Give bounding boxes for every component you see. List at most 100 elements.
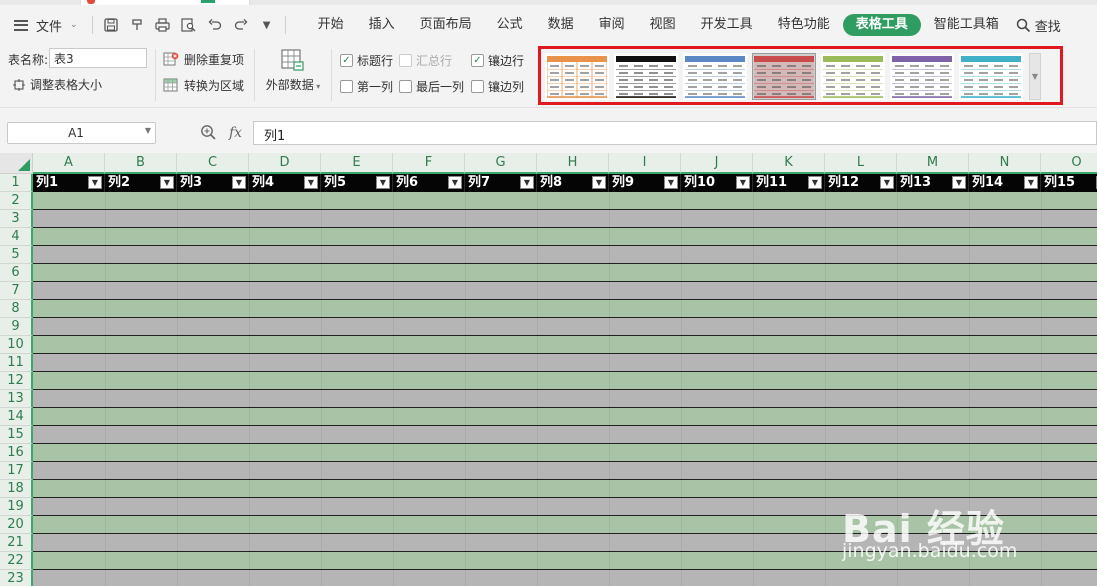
table-row[interactable] [33, 228, 1097, 246]
row-header-16[interactable]: 16 [0, 444, 33, 462]
column-header-h[interactable]: H [537, 153, 609, 174]
row-header-14[interactable]: 14 [0, 408, 33, 426]
checkbox-last-column[interactable]: 最后一列 [399, 78, 464, 95]
column-header-j[interactable]: J [681, 153, 753, 174]
row-header-23[interactable]: 23 [0, 570, 33, 586]
table-row[interactable] [33, 264, 1097, 282]
table-header-cell[interactable]: 列3 ▼ [177, 174, 249, 192]
row-header-22[interactable]: 22 [0, 552, 33, 570]
row-header-1[interactable]: 1 [0, 174, 33, 192]
table-style-red-style[interactable] [752, 53, 816, 100]
column-header-k[interactable]: K [753, 153, 825, 174]
remove-duplicates-button[interactable]: 删除重复项 [163, 51, 244, 68]
filter-dropdown-icon[interactable]: ▼ [88, 176, 102, 189]
checkbox-header-row[interactable]: ✓ 标题行 [340, 52, 393, 69]
row-header-21[interactable]: 21 [0, 534, 33, 552]
table-header-cell[interactable]: 列1 ▼ [33, 174, 105, 192]
print-preview-icon[interactable] [181, 17, 197, 33]
table-header-cell[interactable]: 列11 ▼ [753, 174, 825, 192]
row-header-11[interactable]: 11 [0, 354, 33, 372]
checkbox-first-column[interactable]: 第一列 [340, 78, 393, 95]
tab-insert[interactable]: 插入 [357, 14, 407, 36]
gallery-more-button[interactable]: ▼ [1029, 53, 1041, 100]
filter-dropdown-icon[interactable]: ▼ [1024, 176, 1038, 189]
table-row[interactable] [33, 534, 1097, 552]
table-style-orange-style[interactable] [545, 53, 609, 100]
table-header-cell[interactable]: 列5 ▼ [321, 174, 393, 192]
filter-dropdown-icon[interactable]: ▼ [376, 176, 390, 189]
select-all-corner[interactable] [0, 153, 33, 174]
table-row[interactable] [33, 390, 1097, 408]
filter-dropdown-icon[interactable]: ▼ [808, 176, 822, 189]
table-row[interactable] [33, 426, 1097, 444]
format-painter-icon[interactable] [129, 17, 145, 33]
filter-dropdown-icon[interactable]: ▼ [664, 176, 678, 189]
column-header-o[interactable]: O [1041, 153, 1097, 174]
table-header-cell[interactable]: 列13 ▼ [897, 174, 969, 192]
table-row[interactable] [33, 444, 1097, 462]
column-header-f[interactable]: F [393, 153, 465, 174]
table-header-cell[interactable]: 列6 ▼ [393, 174, 465, 192]
file-menu-button[interactable]: 文件 ⌄ [0, 5, 86, 45]
tab-home[interactable]: 开始 [306, 14, 356, 36]
external-data-button[interactable]: 外部数据 ▾ [262, 49, 324, 93]
row-header-8[interactable]: 8 [0, 300, 33, 318]
table-row[interactable] [33, 318, 1097, 336]
row-header-3[interactable]: 3 [0, 210, 33, 228]
save-icon[interactable] [103, 17, 119, 33]
checkbox-total-row[interactable]: 汇总行 [399, 52, 452, 69]
row-header-4[interactable]: 4 [0, 228, 33, 246]
table-row[interactable] [33, 336, 1097, 354]
row-header-17[interactable]: 17 [0, 462, 33, 480]
filter-dropdown-icon[interactable]: ▼ [880, 176, 894, 189]
table-header-cell[interactable]: 列12 ▼ [825, 174, 897, 192]
table-style-teal-style[interactable] [959, 53, 1023, 100]
filter-dropdown-icon[interactable]: ▼ [160, 176, 174, 189]
tab-smart-toolbox[interactable]: 智能工具箱 [922, 14, 1011, 36]
row-header-2[interactable]: 2 [0, 192, 33, 210]
table-style-green-style[interactable] [821, 53, 885, 100]
table-row[interactable] [33, 354, 1097, 372]
column-header-a[interactable]: A [33, 153, 105, 174]
table-row[interactable] [33, 300, 1097, 318]
convert-to-range-button[interactable]: 转换为区域 [163, 77, 244, 94]
zoom-icon[interactable] [200, 124, 217, 141]
checkbox-banded-columns[interactable]: 镶边列 [471, 78, 524, 95]
formula-input[interactable]: 列1 [253, 121, 1097, 145]
column-header-m[interactable]: M [897, 153, 969, 174]
table-row[interactable] [33, 372, 1097, 390]
table-header-cell[interactable]: 列4 ▼ [249, 174, 321, 192]
print-icon[interactable] [155, 17, 171, 33]
row-header-12[interactable]: 12 [0, 372, 33, 390]
table-style-purple-style[interactable] [890, 53, 954, 100]
column-header-c[interactable]: C [177, 153, 249, 174]
filter-dropdown-icon[interactable]: ▼ [304, 176, 318, 189]
tab-review[interactable]: 审阅 [587, 14, 637, 36]
table-row[interactable] [33, 246, 1097, 264]
filter-dropdown-icon[interactable]: ▼ [736, 176, 750, 189]
table-header-cell[interactable]: 列10 ▼ [681, 174, 753, 192]
tab-special-features[interactable]: 特色功能 [766, 14, 842, 36]
row-header-20[interactable]: 20 [0, 516, 33, 534]
table-header-cell[interactable]: 列15▼ [1041, 174, 1097, 192]
filter-dropdown-icon[interactable]: ▼ [592, 176, 606, 189]
tab-developer[interactable]: 开发工具 [689, 14, 765, 36]
column-header-i[interactable]: I [609, 153, 681, 174]
customize-icon[interactable]: ▼ [259, 17, 275, 33]
undo-icon[interactable] [207, 17, 223, 33]
filter-dropdown-icon[interactable]: ▼ [952, 176, 966, 189]
row-header-15[interactable]: 15 [0, 426, 33, 444]
table-row[interactable] [33, 570, 1097, 586]
table-row[interactable] [33, 516, 1097, 534]
table-header-cell[interactable]: 列9 ▼ [609, 174, 681, 192]
table-row[interactable] [33, 282, 1097, 300]
checkbox-banded-rows[interactable]: ✓ 镶边行 [471, 52, 524, 69]
table-header-cell[interactable]: 列8 ▼ [537, 174, 609, 192]
table-header-cell[interactable]: 列14 ▼ [969, 174, 1041, 192]
fx-icon[interactable]: fx [229, 125, 242, 141]
row-header-6[interactable]: 6 [0, 264, 33, 282]
row-header-7[interactable]: 7 [0, 282, 33, 300]
filter-dropdown-icon[interactable]: ▼ [520, 176, 534, 189]
column-header-e[interactable]: E [321, 153, 393, 174]
tab-table-tools[interactable]: 表格工具 [842, 14, 921, 36]
